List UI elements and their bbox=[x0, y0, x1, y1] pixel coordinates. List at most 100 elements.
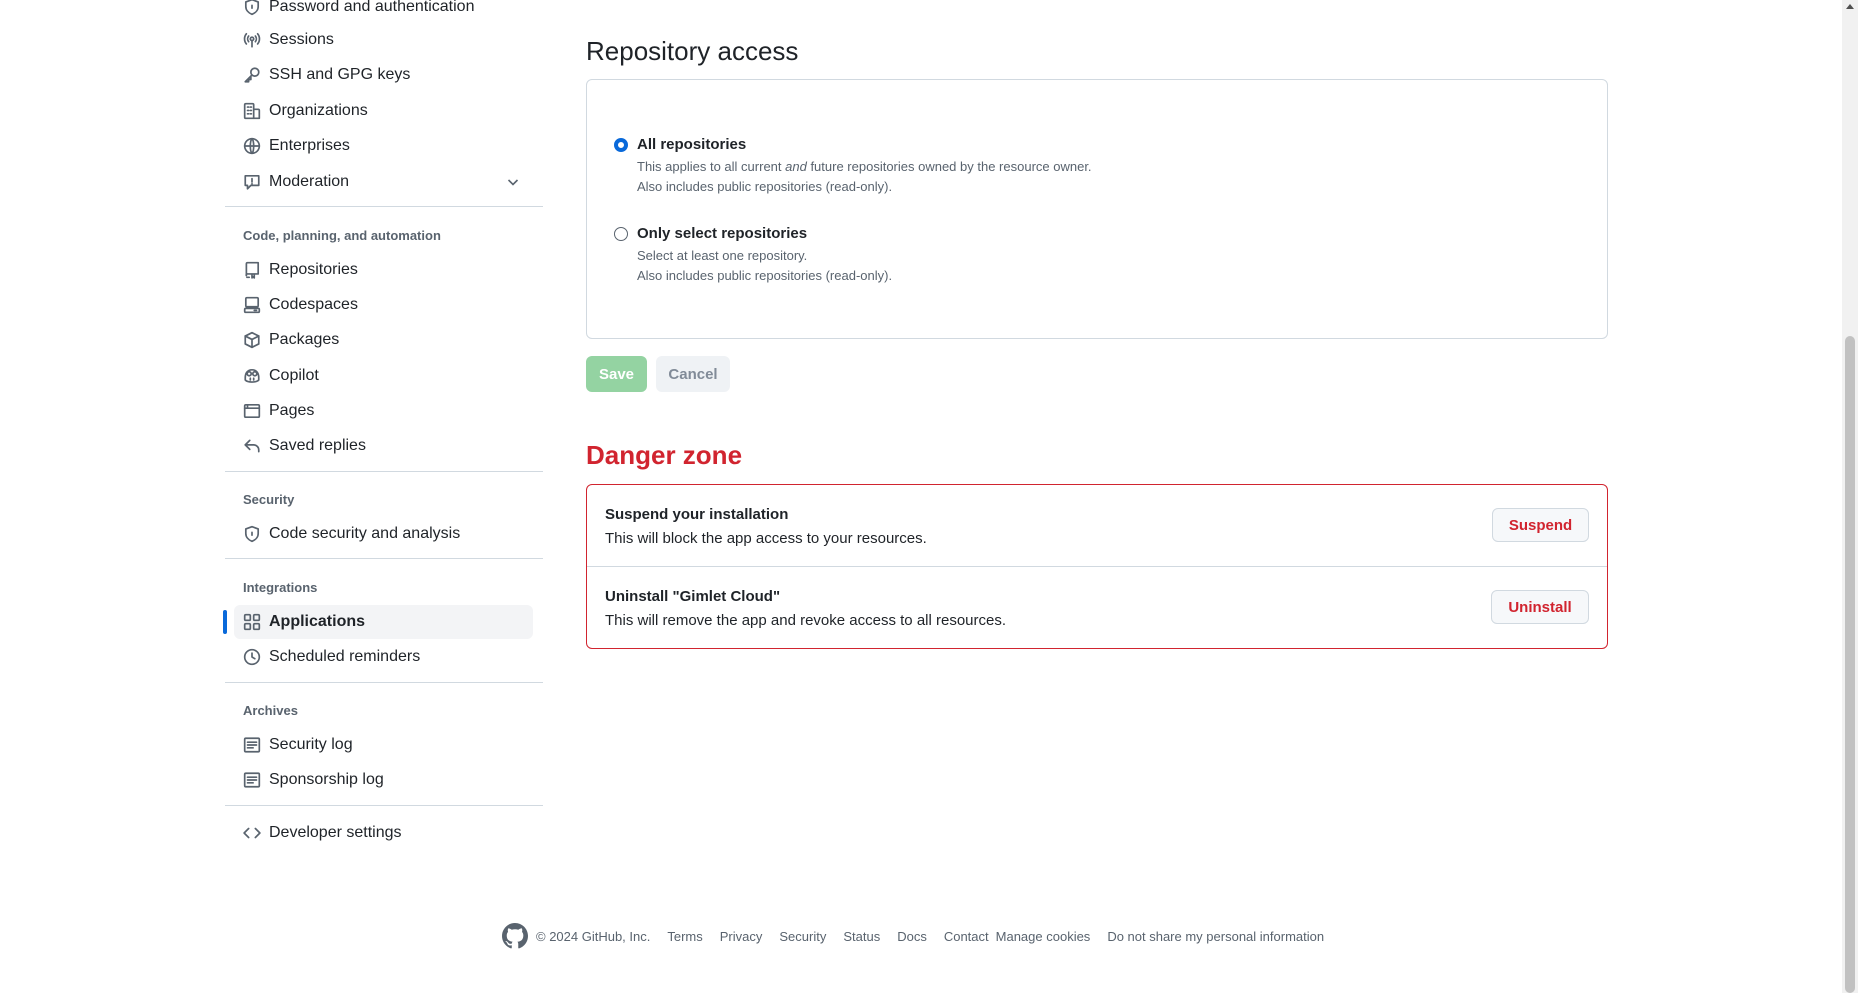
globe-icon bbox=[243, 137, 261, 155]
broadcast-icon bbox=[243, 31, 261, 49]
footer-link-status[interactable]: Status bbox=[843, 929, 880, 944]
sidebar-item-scheduled-reminders[interactable]: Scheduled reminders bbox=[225, 640, 533, 674]
sidebar-item-label: Applications bbox=[269, 613, 366, 630]
github-logo-icon[interactable] bbox=[502, 923, 528, 949]
sidebar-item-security-log[interactable]: Security log bbox=[225, 728, 533, 762]
sidebar-item-label: Packages bbox=[269, 331, 340, 348]
key-icon bbox=[243, 66, 261, 84]
footer-link-contact[interactable]: Contact bbox=[944, 929, 989, 944]
footer-link-manage-cookies[interactable]: Manage cookies bbox=[996, 929, 1091, 944]
clock-icon bbox=[243, 648, 261, 666]
sidebar-item-label: Security log bbox=[269, 736, 353, 753]
sidebar-item-label: Code security and analysis bbox=[269, 525, 461, 542]
footer-link-do-not-share[interactable]: Do not share my personal information bbox=[1107, 929, 1324, 944]
chevron-down-icon[interactable] bbox=[505, 174, 521, 190]
danger-zone-box: Suspend your installation This will bloc… bbox=[586, 484, 1608, 649]
footer: © 2024 GitHub, Inc. Terms Privacy Securi… bbox=[502, 921, 1324, 951]
uninstall-title: Uninstall "Gimlet Cloud" bbox=[605, 588, 781, 605]
sidebar-item-copilot[interactable]: Copilot bbox=[225, 359, 533, 393]
group-title-integrations: Integrations bbox=[243, 580, 318, 595]
sidebar-item-sponsorship-log[interactable]: Sponsorship log bbox=[225, 763, 533, 797]
package-icon bbox=[243, 331, 261, 349]
uninstall-button[interactable]: Uninstall bbox=[1491, 590, 1589, 624]
sidebar-item-repositories[interactable]: Repositories bbox=[225, 253, 533, 287]
sidebar-item-moderation[interactable]: Moderation bbox=[225, 165, 533, 199]
uninstall-desc: This will remove the app and revoke acce… bbox=[605, 612, 1007, 629]
only-select-repositories-desc-2: Also includes public repositories (read-… bbox=[637, 268, 893, 283]
all-repositories-desc-2: Also includes public repositories (read-… bbox=[637, 179, 893, 194]
group-title-code-planning: Code, planning, and automation bbox=[243, 228, 441, 243]
danger-row-uninstall: Uninstall "Gimlet Cloud" This will remov… bbox=[587, 566, 1607, 648]
only-select-repositories-label[interactable]: Only select repositories bbox=[637, 225, 807, 242]
sidebar-item-sessions[interactable]: Sessions bbox=[225, 23, 533, 57]
apps-icon bbox=[243, 613, 261, 631]
suspend-desc: This will block the app access to your r… bbox=[605, 530, 927, 547]
footer-link-terms[interactable]: Terms bbox=[667, 929, 702, 944]
suspend-title: Suspend your installation bbox=[605, 506, 789, 523]
page-scrollbar[interactable] bbox=[1842, 0, 1858, 993]
sidebar-item-label: Password and authentication bbox=[269, 0, 475, 15]
save-button[interactable]: Save bbox=[586, 356, 647, 392]
sidebar-item-organizations[interactable]: Organizations bbox=[225, 94, 533, 128]
danger-zone-title: Danger zone bbox=[586, 440, 743, 470]
reply-icon bbox=[243, 437, 261, 455]
group-title-archives: Archives bbox=[243, 703, 298, 718]
footer-copyright: © 2024 GitHub, Inc. bbox=[536, 928, 651, 944]
footer-link-docs[interactable]: Docs bbox=[897, 929, 927, 944]
only-select-repositories-radio[interactable] bbox=[614, 227, 628, 241]
desc-text: future repositories owned by the resourc… bbox=[806, 159, 1092, 174]
sidebar-item-developer-settings[interactable]: Developer settings bbox=[225, 816, 533, 850]
sidebar-item-label: Moderation bbox=[269, 173, 350, 190]
sidebar-divider bbox=[225, 471, 543, 472]
sidebar-item-label: Sponsorship log bbox=[269, 771, 384, 788]
sidebar-item-packages[interactable]: Packages bbox=[225, 323, 533, 357]
shield-lock-icon bbox=[243, 0, 261, 16]
group-title-security: Security bbox=[243, 492, 295, 507]
footer-link-security[interactable]: Security bbox=[779, 929, 826, 944]
sidebar-divider bbox=[225, 805, 543, 806]
danger-row-suspend: Suspend your installation This will bloc… bbox=[587, 485, 1607, 567]
all-repositories-radio[interactable] bbox=[614, 138, 628, 152]
sidebar-item-label: SSH and GPG keys bbox=[269, 66, 411, 83]
repository-access-title: Repository access bbox=[586, 36, 799, 66]
sidebar-item-label: Scheduled reminders bbox=[269, 648, 421, 665]
shield-lock-icon bbox=[243, 525, 261, 543]
active-indicator bbox=[223, 610, 227, 634]
sidebar-item-ssh-and-gpg-keys[interactable]: SSH and GPG keys bbox=[225, 58, 533, 92]
browser-icon bbox=[243, 402, 261, 420]
repository-access-box: All repositories This applies to all cur… bbox=[586, 79, 1608, 339]
all-repositories-desc: This applies to all current and future r… bbox=[637, 159, 1092, 174]
report-icon bbox=[243, 173, 261, 191]
suspend-button[interactable]: Suspend bbox=[1492, 508, 1589, 542]
sidebar-item-label: Developer settings bbox=[269, 824, 402, 841]
sidebar-divider bbox=[225, 682, 543, 683]
sidebar-item-label: Copilot bbox=[269, 367, 319, 384]
sidebar-item-pages[interactable]: Pages bbox=[225, 394, 533, 428]
cancel-button[interactable]: Cancel bbox=[656, 356, 730, 392]
sidebar-item-enterprises[interactable]: Enterprises bbox=[225, 129, 533, 163]
sidebar-divider bbox=[225, 206, 543, 207]
sidebar-item-codespaces[interactable]: Codespaces bbox=[225, 288, 533, 322]
scroll-up-arrow-icon[interactable] bbox=[1846, 4, 1854, 9]
sidebar-item-applications[interactable]: Applications bbox=[223, 605, 533, 639]
sidebar-item-label: Pages bbox=[269, 402, 315, 419]
log-icon bbox=[243, 736, 261, 754]
sidebar-item-label: Enterprises bbox=[269, 137, 350, 154]
sidebar-item-label: Sessions bbox=[269, 31, 334, 48]
repo-icon bbox=[243, 261, 261, 279]
sidebar-item-password-and-authentication[interactable]: Password and authentication bbox=[225, 0, 533, 24]
sidebar-item-code-security-and-analysis[interactable]: Code security and analysis bbox=[225, 517, 533, 551]
desc-emphasis: and bbox=[785, 159, 807, 174]
all-repositories-label[interactable]: All repositories bbox=[637, 136, 746, 153]
organization-icon bbox=[243, 102, 261, 120]
desc-text: This applies to all current bbox=[637, 159, 786, 174]
copilot-icon bbox=[243, 367, 261, 385]
codespaces-icon bbox=[243, 296, 261, 314]
sidebar-item-label: Organizations bbox=[269, 102, 368, 119]
sidebar-item-label: Saved replies bbox=[269, 437, 366, 454]
sidebar-divider bbox=[225, 558, 543, 559]
footer-link-privacy[interactable]: Privacy bbox=[720, 929, 763, 944]
sidebar-item-label: Codespaces bbox=[269, 296, 358, 313]
sidebar-item-saved-replies[interactable]: Saved replies bbox=[225, 429, 533, 463]
scrollbar-thumb[interactable] bbox=[1845, 336, 1855, 993]
